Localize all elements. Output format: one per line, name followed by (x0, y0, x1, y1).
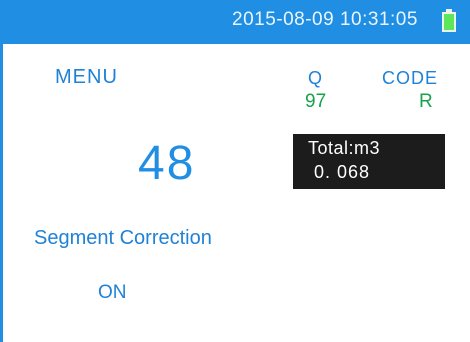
screen-left-border (0, 44, 3, 342)
menu-number: 48 (138, 137, 196, 190)
q-value: 97 (305, 91, 327, 112)
segment-correction-value[interactable]: ON (98, 282, 127, 304)
code-value: R (419, 91, 433, 112)
total-value: 0. 068 (314, 162, 371, 182)
status-bar: 2015-08-09 10:31:05 (0, 0, 470, 44)
total-flow-box: Total:m3 0. 068 (293, 134, 445, 189)
menu-button[interactable]: MENU (55, 66, 118, 89)
datetime-display: 2015-08-09 10:31:05 (232, 9, 418, 30)
q-label: Q (308, 68, 323, 88)
total-label: Total:m3 (308, 138, 381, 158)
battery-icon (442, 9, 456, 32)
code-label: CODE (382, 68, 439, 88)
segment-correction-label: Segment Correction (34, 227, 212, 249)
battery-level-fill (442, 12, 456, 32)
device-screen: 2015-08-09 10:31:05 MENU Q 97 CODE R 48 … (0, 0, 470, 342)
